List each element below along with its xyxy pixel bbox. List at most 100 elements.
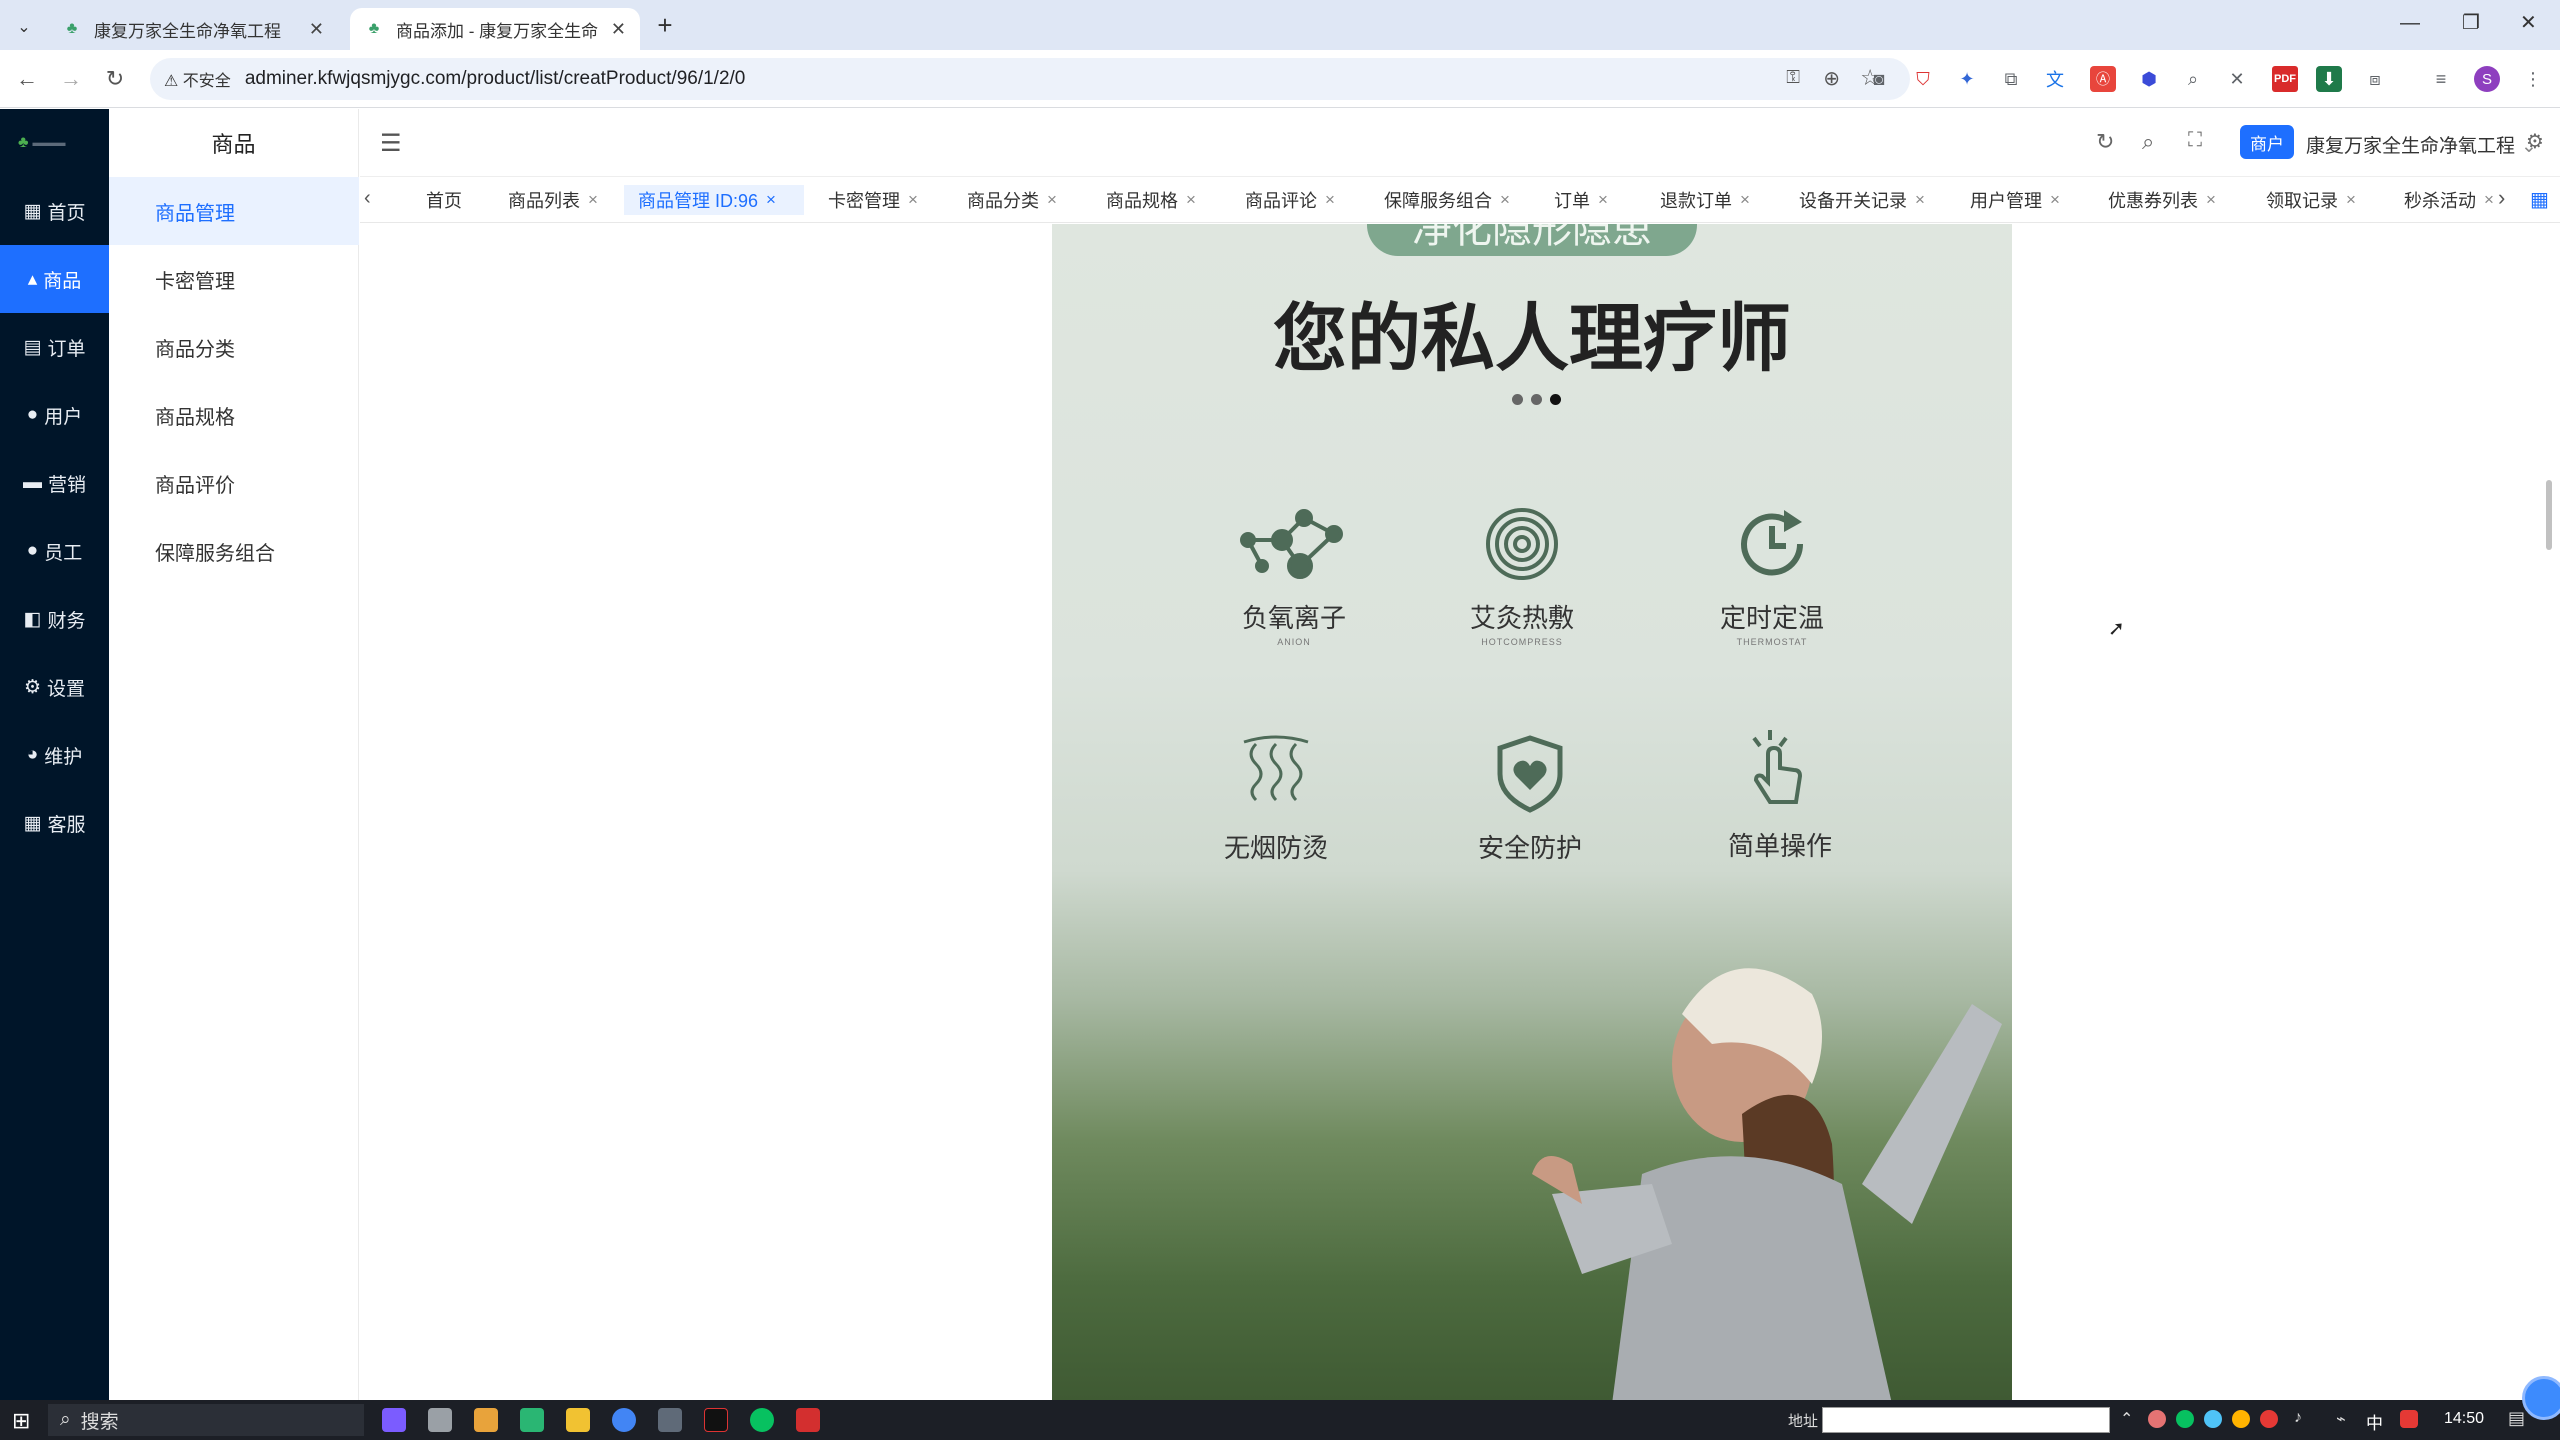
submenu-item-specs[interactable]: 商品规格 — [109, 381, 359, 449]
close-tag-icon[interactable]: × — [2484, 190, 2494, 210]
address-bar[interactable]: ⚠ 不安全 adminer.kfwjqsmjygc.com/product/li… — [150, 58, 1910, 100]
tag-service-bundles[interactable]: 保障服务组合 × — [1370, 185, 1524, 215]
chevron-right-icon[interactable]: › — [2498, 185, 2505, 211]
tag-goods-management-96[interactable]: 商品管理 ID:96 × — [624, 185, 804, 215]
rail-item-settings[interactable]: ⚙ 设置 — [0, 653, 109, 721]
tag-coupon-list[interactable]: 优惠券列表 × — [2094, 185, 2230, 215]
tag-goods-list[interactable]: 商品列表 × — [494, 185, 612, 215]
back-icon[interactable]: ← — [10, 62, 44, 96]
zoom-icon[interactable]: ⊕ — [1823, 66, 1840, 91]
tag-categories[interactable]: 商品分类 × — [953, 185, 1071, 215]
ime-indicator[interactable]: 中 — [2366, 1409, 2383, 1434]
submenu-item-card-keys[interactable]: 卡密管理 — [109, 245, 359, 313]
profile-avatar[interactable]: S — [2474, 66, 2500, 92]
submenu-item-categories[interactable]: 商品分类 — [109, 313, 359, 381]
extensions-puzzle-icon[interactable]: ⧈ — [2362, 66, 2388, 92]
close-tag-icon[interactable]: × — [1186, 190, 1196, 210]
fullscreen-icon[interactable]: ⛶ — [2188, 129, 2202, 152]
security-indicator[interactable]: ⚠ 不安全 — [164, 67, 231, 91]
collapse-menu-icon[interactable]: ☰ — [380, 129, 402, 158]
wechat-app-icon[interactable] — [750, 1408, 774, 1432]
rail-item-orders[interactable]: ▤ 订单 — [0, 313, 109, 381]
browser-menu-icon[interactable]: ⋮ — [2520, 66, 2546, 92]
submenu-item-goods-management[interactable]: 商品管理 — [109, 177, 359, 245]
url-text[interactable]: adminer.kfwjqsmjygc.com/product/list/cre… — [245, 68, 746, 90]
pdf-extension-icon[interactable]: PDF — [2272, 66, 2298, 92]
settings-app-icon[interactable] — [428, 1408, 452, 1432]
submenu-item-service-bundles[interactable]: 保障服务组合 — [109, 517, 359, 585]
rail-item-goods[interactable]: ▴ 商品 — [0, 245, 109, 313]
rail-item-users[interactable]: ● 用户 — [0, 381, 109, 449]
settings-gear-icon[interactable]: ⚙ — [2526, 129, 2544, 154]
tag-home[interactable]: 首页 — [412, 185, 476, 215]
close-tag-icon[interactable]: × — [908, 190, 918, 210]
rail-item-service[interactable]: ▦ 客服 — [0, 789, 109, 857]
notification-icon[interactable]: ▤ — [2508, 1408, 2525, 1429]
tag-claim-records[interactable]: 领取记录 × — [2252, 185, 2370, 215]
taskbar-address-input[interactable] — [1822, 1407, 2110, 1433]
tag-specs[interactable]: 商品规格 × — [1092, 185, 1210, 215]
close-tag-icon[interactable]: × — [1740, 190, 1750, 210]
pdf-tool-extension-icon[interactable]: Ⓐ — [2090, 66, 2116, 92]
close-tag-icon[interactable]: × — [588, 190, 598, 210]
puzzle-extension-icon[interactable]: ✦ — [1954, 66, 1980, 92]
close-tag-icon[interactable]: × — [2206, 190, 2216, 210]
reload-icon[interactable]: ↻ — [98, 62, 132, 96]
rail-item-maintenance[interactable]: ◕ 维护 — [0, 721, 109, 789]
translate-extension-icon[interactable]: 文 — [2042, 66, 2068, 92]
tag-refund-orders[interactable]: 退款订单 × — [1646, 185, 1764, 215]
tray-chevron-up-icon[interactable]: ⌃ — [2120, 1409, 2133, 1429]
password-key-icon[interactable]: ⚿ — [1786, 67, 1800, 88]
tab-search-icon[interactable]: ⌄ — [10, 13, 38, 41]
folder-app-icon[interactable] — [566, 1408, 590, 1432]
tray-cloud-icon[interactable] — [2260, 1410, 2278, 1428]
tray-network-app-icon[interactable] — [2204, 1410, 2222, 1428]
account-menu[interactable]: 康复万家全生命净氧工程 ⌄ — [2306, 131, 2537, 158]
download-extension-icon[interactable]: ⬇ — [2316, 66, 2342, 92]
tray-app-icon[interactable] — [2148, 1410, 2166, 1428]
rail-item-staff[interactable]: ● 员工 — [0, 517, 109, 585]
chrome-app-icon[interactable] — [612, 1408, 636, 1432]
content-scrollbar[interactable] — [2546, 480, 2552, 550]
rail-item-marketing[interactable]: ▬ 营销 — [0, 449, 109, 517]
new-tab-button[interactable]: + — [650, 10, 680, 40]
close-tag-icon[interactable]: × — [1598, 190, 1608, 210]
close-tag-icon[interactable]: × — [1500, 190, 1510, 210]
restore-icon[interactable]: ❐ — [2462, 10, 2480, 35]
tray-wechat-icon[interactable] — [2176, 1410, 2194, 1428]
copy-extension-icon[interactable]: ⧉ — [1998, 66, 2024, 92]
remote-desktop-icon[interactable] — [658, 1408, 682, 1432]
close-tag-icon[interactable]: × — [766, 190, 776, 210]
tag-reviews[interactable]: 商品评论 × — [1231, 185, 1349, 215]
windows-start-icon[interactable]: ⊞ — [12, 1408, 30, 1434]
close-window-icon[interactable]: ✕ — [2520, 10, 2537, 35]
volume-icon[interactable]: ♪ — [2294, 1409, 2302, 1427]
wps-app-icon[interactable] — [796, 1408, 820, 1432]
x-extension-icon[interactable]: ✕ — [2224, 66, 2250, 92]
browser-tab-active[interactable]: ♣ 商品添加 - 康复万家全生命净氧 ✕ — [350, 8, 640, 50]
tags-grid-icon[interactable]: ▦ — [2530, 187, 2549, 212]
rail-item-home[interactable]: ▦ 首页 — [0, 177, 109, 245]
floating-recorder-button[interactable] — [2522, 1376, 2560, 1420]
browser-tab[interactable]: ♣ 康复万家全生命净氧工程 ✕ — [48, 8, 338, 50]
taskbar-search[interactable]: ⌕ 搜索 — [48, 1404, 364, 1436]
tag-orders[interactable]: 订单 × — [1540, 185, 1622, 215]
refresh-icon[interactable]: ↻ — [2096, 129, 2114, 155]
submenu-item-reviews[interactable]: 商品评价 — [109, 449, 359, 517]
minimize-icon[interactable]: — — [2400, 12, 2420, 35]
media-app-icon[interactable] — [704, 1408, 728, 1432]
file-explorer-icon[interactable] — [474, 1408, 498, 1432]
tray-input-method-icon[interactable] — [2400, 1410, 2418, 1428]
close-tag-icon[interactable]: × — [2050, 190, 2060, 210]
close-tag-icon[interactable]: × — [1325, 190, 1335, 210]
tag-flash-sale[interactable]: 秒杀活动 × — [2390, 185, 2508, 215]
close-tab-icon[interactable]: ✕ — [309, 19, 324, 40]
close-tag-icon[interactable]: × — [1047, 190, 1057, 210]
notes-app-icon[interactable] — [520, 1408, 544, 1432]
tag-user-management[interactable]: 用户管理 × — [1956, 185, 2074, 215]
media-control-icon[interactable]: ≡ — [2428, 66, 2454, 92]
tray-security-icon[interactable] — [2232, 1410, 2250, 1428]
rail-item-finance[interactable]: ◧ 财务 — [0, 585, 109, 653]
tag-card-keys[interactable]: 卡密管理 × — [814, 185, 932, 215]
shield-extension-icon[interactable]: ⛉ — [1910, 66, 1936, 92]
